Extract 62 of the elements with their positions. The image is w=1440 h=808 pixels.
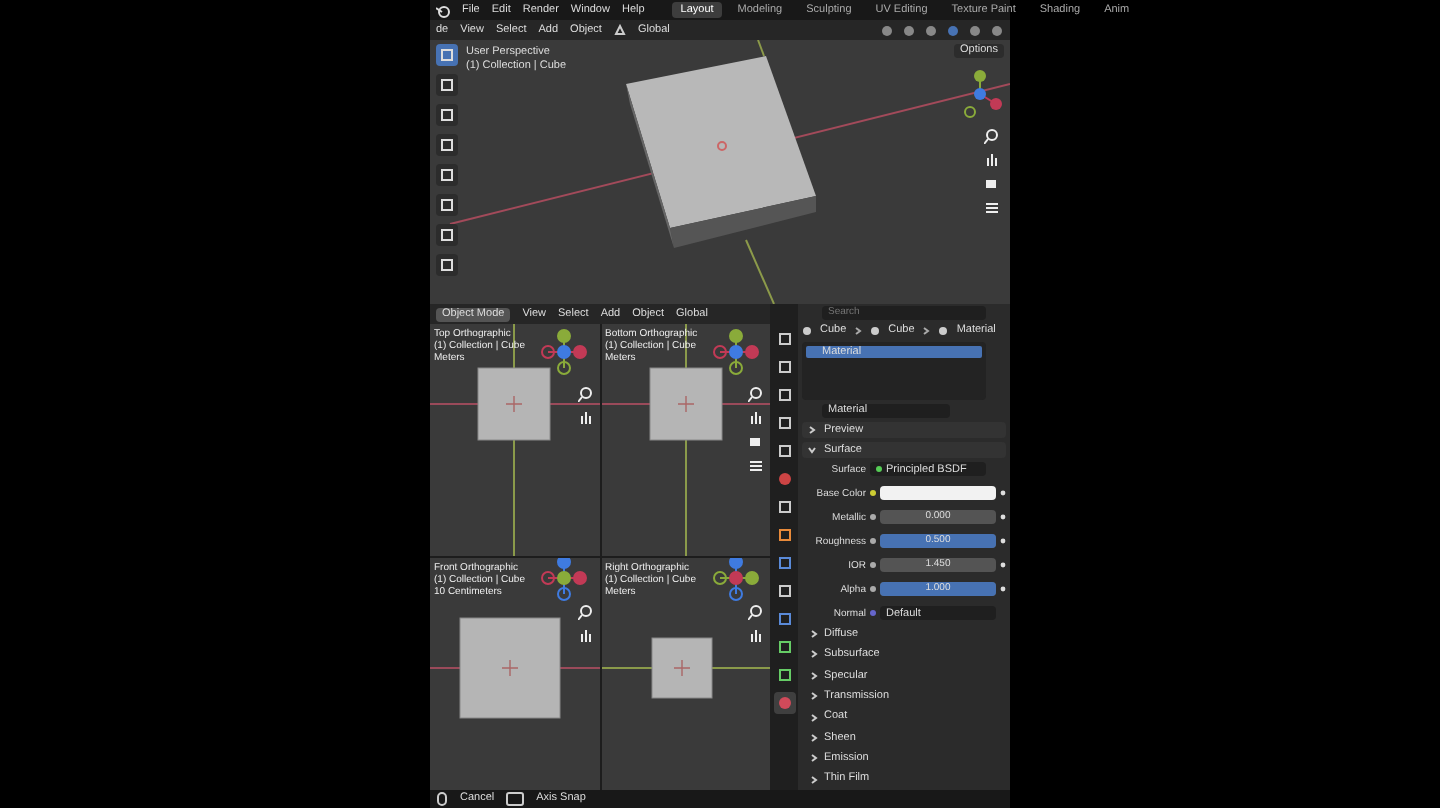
- properties-tab[interactable]: [773, 552, 795, 574]
- camera-icon[interactable]: [984, 176, 1000, 192]
- keyframe-dot-icon[interactable]: [1000, 562, 1006, 569]
- socket-icon: [870, 490, 876, 497]
- chevron-icon: [922, 325, 931, 336]
- properties-tab[interactable]: [773, 384, 795, 406]
- y-axis-line: [745, 239, 775, 304]
- mouse-icon: [436, 792, 448, 806]
- socket-icon: [870, 562, 876, 569]
- key-icon: [506, 792, 525, 806]
- axis-gizmo-icon[interactable]: [711, 328, 759, 376]
- tool-button[interactable]: [436, 164, 458, 186]
- tool-button[interactable]: [436, 254, 458, 276]
- z-axis-line: [757, 40, 765, 57]
- zoom-icon[interactable]: [748, 386, 764, 402]
- socket-icon: [870, 586, 876, 593]
- axis-gizmo-icon[interactable]: [958, 68, 1002, 120]
- logo-icon[interactable]: [436, 3, 450, 17]
- axis-gizmo-icon[interactable]: [711, 558, 759, 602]
- properties-tab[interactable]: [773, 524, 795, 546]
- cube-drawing: [650, 637, 712, 699]
- properties-tab[interactable]: [773, 636, 795, 658]
- tool-button[interactable]: [436, 224, 458, 246]
- socket-icon: [870, 514, 876, 521]
- cube-drawing: [477, 367, 551, 441]
- properties-tab[interactable]: [773, 328, 795, 350]
- camera-icon[interactable]: [748, 434, 764, 450]
- keyframe-dot-icon[interactable]: [1000, 538, 1006, 545]
- properties-tab[interactable]: [773, 664, 795, 686]
- socket-icon: [876, 466, 882, 473]
- properties-tab[interactable]: [773, 356, 795, 378]
- zoom-icon[interactable]: [577, 386, 593, 402]
- axis-gizmo-icon[interactable]: [540, 328, 588, 376]
- keyframe-dot-icon[interactable]: [1000, 514, 1006, 521]
- chevron-icon: [854, 325, 863, 336]
- tool-button[interactable]: [436, 44, 458, 66]
- properties-tab[interactable]: [773, 412, 795, 434]
- zoom-icon[interactable]: [748, 604, 764, 620]
- tool-button[interactable]: [436, 194, 458, 216]
- keyframe-dot-icon[interactable]: [1000, 490, 1006, 497]
- color-swatch[interactable]: [880, 486, 996, 501]
- cube-drawing: [459, 617, 561, 719]
- zoom-icon[interactable]: [577, 604, 593, 620]
- tool-button[interactable]: [436, 104, 458, 126]
- axis-gizmo-icon[interactable]: [540, 558, 588, 602]
- properties-tab[interactable]: [773, 496, 795, 518]
- orientation-icon[interactable]: [613, 24, 626, 36]
- grid-icon[interactable]: [748, 458, 764, 474]
- tool-button[interactable]: [436, 134, 458, 156]
- breadcrumb-icon: [802, 325, 812, 336]
- grid-icon[interactable]: [984, 200, 1000, 216]
- socket-icon: [870, 538, 876, 545]
- properties-tab[interactable]: [773, 608, 795, 630]
- breadcrumb-icon: [938, 325, 949, 336]
- properties-tab[interactable]: [773, 440, 795, 462]
- tool-button[interactable]: [436, 74, 458, 96]
- properties-tab[interactable]: [773, 580, 795, 602]
- cube-drawing: [648, 367, 722, 441]
- socket-icon: [870, 610, 876, 617]
- breadcrumb-icon: [870, 325, 881, 336]
- zoom-icon[interactable]: [984, 128, 1000, 144]
- keyframe-dot-icon[interactable]: [1000, 586, 1006, 593]
